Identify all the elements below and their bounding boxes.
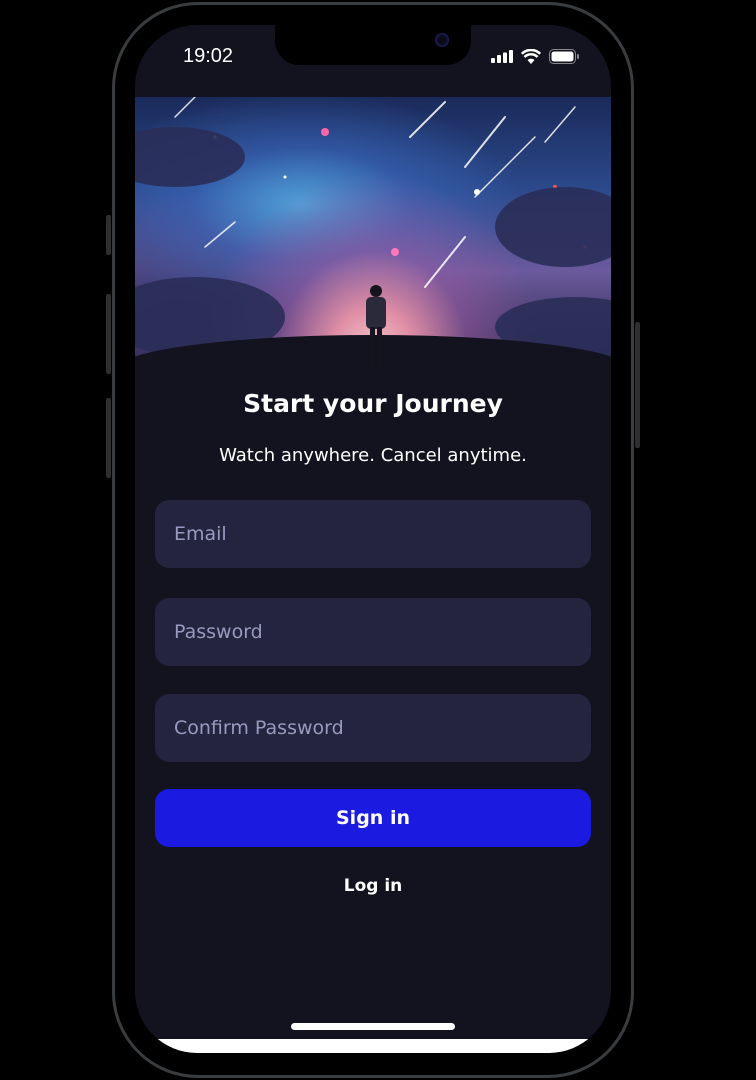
battery-icon — [549, 49, 579, 64]
wifi-icon — [521, 49, 541, 64]
person-silhouette — [366, 285, 386, 365]
email-field[interactable] — [155, 500, 591, 568]
power-button — [635, 322, 640, 448]
status-time: 19:02 — [183, 45, 234, 67]
screen: 19:02 Start your Journey Watch anywhere.… — [135, 25, 611, 1053]
password-field[interactable] — [155, 598, 591, 666]
camera-icon — [435, 33, 449, 47]
home-indicator[interactable] — [291, 1023, 455, 1030]
page-title: Start your Journey — [243, 389, 503, 418]
mute-switch — [106, 215, 111, 255]
volume-up-button — [106, 294, 111, 374]
dynamic-island — [275, 25, 471, 65]
signal-icon — [491, 50, 513, 63]
status-icons — [491, 49, 579, 64]
bottom-strip — [135, 1039, 611, 1053]
page-subtitle: Watch anywhere. Cancel anytime. — [219, 445, 527, 466]
confirm-password-field[interactable] — [155, 694, 591, 762]
sign-in-button[interactable]: Sign in — [155, 789, 591, 847]
log-in-link[interactable]: Log in — [135, 876, 611, 896]
hero-image — [135, 97, 611, 365]
volume-down-button — [106, 398, 111, 478]
